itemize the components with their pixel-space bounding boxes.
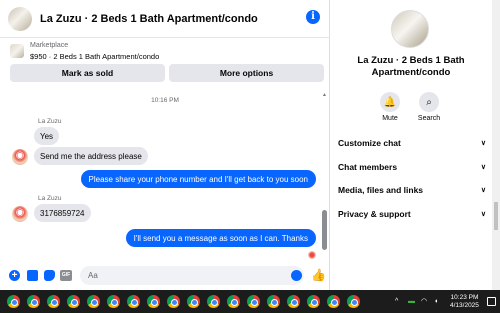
window-scrollbar-thumb[interactable]	[494, 202, 498, 230]
window-scrollbar[interactable]	[492, 0, 500, 290]
listing-summary: $950 · 2 Beds 1 Bath Apartment/condo	[30, 52, 160, 61]
chrome-taskbar-icon[interactable]	[167, 295, 180, 308]
clock-time: 10:23 PM	[450, 293, 479, 301]
chrome-taskbar-icon[interactable]	[67, 295, 80, 308]
photo-icon[interactable]	[27, 270, 38, 281]
message-bubble-incoming[interactable]: 3176859724	[34, 204, 91, 222]
section-label: Privacy & support	[338, 209, 411, 219]
message-bubble-incoming[interactable]: Yes	[34, 127, 60, 145]
more-options-button[interactable]: More options	[169, 64, 324, 82]
chat-title[interactable]: La Zuzu · 2 Beds 1 Bath Apartment/condo	[40, 13, 258, 25]
chrome-taskbar-icon[interactable]	[307, 295, 320, 308]
sender-avatar[interactable]	[12, 206, 28, 222]
message-timestamp: 10:16 PM	[151, 97, 179, 104]
section-privacy-support[interactable]: Privacy & support ∨	[338, 206, 486, 222]
clock[interactable]: 10:23 PM 4/13/2025	[450, 294, 479, 310]
chrome-taskbar-icon[interactable]	[7, 295, 20, 308]
info-icon[interactable]: i	[306, 10, 320, 24]
taskbar: ^ ▬ ◠ ◖ 10:23 PM 4/13/2025	[0, 290, 500, 313]
message-input[interactable]	[80, 266, 304, 285]
section-customize-chat[interactable]: Customize chat ∨	[338, 135, 486, 151]
chrome-taskbar-icon[interactable]	[127, 295, 140, 308]
chevron-down-icon: ∨	[480, 211, 486, 218]
message-composer: + GIF 👍	[0, 263, 330, 289]
system-tray: ^ ▬ ◠ ◖ 10:23 PM 4/13/2025	[390, 290, 500, 313]
seen-indicator-avatar	[308, 251, 316, 259]
message-list: 10:16 PM La Zuzu Yes Send me the address…	[0, 88, 330, 262]
wifi-icon[interactable]: ◠	[421, 298, 429, 306]
message-bubble-outgoing[interactable]: I'll send you a message as soon as I can…	[125, 229, 316, 247]
listing-actions: Mark as sold More options	[10, 64, 324, 82]
chat-details-sidebar: La Zuzu · 2 Beds 1 Bath Apartment/condo …	[331, 0, 491, 290]
chrome-taskbar-icon[interactable]	[287, 295, 300, 308]
notification-icon[interactable]	[486, 297, 496, 306]
sidebar-title: La Zuzu · 2 Beds 1 Bath Apartment/condo	[357, 55, 465, 78]
mute-label: Mute	[382, 115, 398, 122]
chevron-down-icon: ∨	[480, 164, 486, 171]
chrome-taskbar-icon[interactable]	[327, 295, 340, 308]
chrome-taskbar-icon[interactable]	[187, 295, 200, 308]
plus-icon[interactable]: +	[9, 270, 20, 281]
sender-name: La Zuzu	[38, 195, 62, 202]
sender-avatar[interactable]	[12, 149, 28, 165]
bell-icon: 🔔	[380, 92, 400, 112]
chat-panel: La Zuzu · 2 Beds 1 Bath Apartment/condo …	[0, 0, 330, 290]
chrome-taskbar-icon[interactable]	[207, 295, 220, 308]
sender-name: La Zuzu	[38, 118, 62, 125]
clock-date: 4/13/2025	[450, 301, 479, 309]
section-label: Chat members	[338, 162, 398, 172]
listing-avatar-large[interactable]	[391, 10, 429, 48]
section-media-files-links[interactable]: Media, files and links ∨	[338, 182, 486, 198]
search-action[interactable]: ⌕ Search	[409, 92, 449, 122]
marketplace-label: Marketplace	[30, 42, 69, 49]
chevron-down-icon: ∨	[480, 187, 486, 194]
thumbs-up-icon[interactable]: 👍	[311, 269, 326, 281]
chrome-taskbar-icon[interactable]	[147, 295, 160, 308]
chat-header: La Zuzu · 2 Beds 1 Bath Apartment/condo …	[0, 0, 330, 38]
scroll-up-arrow-icon[interactable]: ▲	[322, 92, 327, 98]
chevron-up-icon[interactable]: ^	[395, 298, 403, 306]
search-label: Search	[417, 115, 441, 122]
chrome-taskbar-icon[interactable]	[227, 295, 240, 308]
marketplace-listing[interactable]: Marketplace $950 · 2 Beds 1 Bath Apartme…	[8, 42, 324, 64]
message-bubble-outgoing[interactable]: Please share your phone number and I'll …	[80, 170, 316, 188]
search-icon: ⌕	[419, 92, 439, 112]
chrome-taskbar-icon[interactable]	[27, 295, 40, 308]
chrome-taskbar-icon[interactable]	[247, 295, 260, 308]
messenger-window: La Zuzu · 2 Beds 1 Bath Apartment/condo …	[0, 0, 500, 313]
volume-icon[interactable]: ◖	[434, 298, 442, 306]
gif-icon[interactable]: GIF	[60, 270, 72, 281]
section-label: Customize chat	[338, 138, 401, 148]
chrome-taskbar-icon[interactable]	[87, 295, 100, 308]
section-chat-members[interactable]: Chat members ∨	[338, 159, 486, 175]
chevron-down-icon: ∨	[480, 140, 486, 147]
section-label: Media, files and links	[338, 185, 424, 195]
chrome-taskbar-icon[interactable]	[347, 295, 360, 308]
battery-icon[interactable]: ▬	[408, 298, 416, 306]
emoji-icon[interactable]	[291, 270, 302, 281]
listing-avatar[interactable]	[8, 6, 32, 31]
chrome-taskbar-icon[interactable]	[107, 295, 120, 308]
chat-scrollbar[interactable]: ▲	[322, 92, 327, 262]
mute-action[interactable]: 🔔 Mute	[370, 92, 410, 122]
listing-thumbnail	[10, 44, 24, 58]
chrome-taskbar-icon[interactable]	[47, 295, 60, 308]
mark-as-sold-button[interactable]: Mark as sold	[10, 64, 165, 82]
message-bubble-incoming[interactable]: Send me the address please	[34, 147, 148, 165]
sticker-icon[interactable]	[44, 270, 55, 281]
scrollbar-thumb[interactable]	[322, 210, 327, 250]
chrome-taskbar-icon[interactable]	[267, 295, 280, 308]
